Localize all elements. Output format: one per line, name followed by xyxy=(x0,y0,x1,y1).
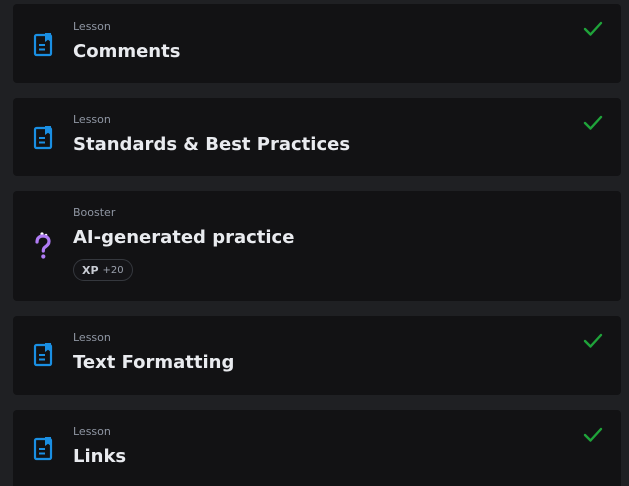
item-type-label: Lesson xyxy=(73,20,111,33)
item-title: Text Formatting xyxy=(73,352,235,373)
list-item-ai-practice[interactable]: Booster AI-generated practice XP +20 xyxy=(13,191,621,301)
checkmark-icon xyxy=(583,21,603,37)
item-type-label: Lesson xyxy=(73,113,111,126)
lesson-list: Lesson Comments Lesson Standards & Best … xyxy=(0,0,629,486)
xp-value: +20 xyxy=(102,264,124,276)
lesson-doc-icon xyxy=(33,125,55,151)
lesson-doc-icon xyxy=(33,342,55,368)
item-title: Links xyxy=(73,446,127,467)
item-title: Standards & Best Practices xyxy=(73,134,351,155)
list-item-standards[interactable]: Lesson Standards & Best Practices xyxy=(13,98,621,176)
question-bot-icon xyxy=(33,231,53,261)
checkmark-icon xyxy=(583,333,603,349)
item-type-label: Booster xyxy=(73,206,116,219)
list-item-links[interactable]: Lesson Links xyxy=(13,410,621,486)
item-title: Comments xyxy=(73,41,181,62)
xp-badge: XP +20 xyxy=(73,259,133,281)
lesson-doc-icon xyxy=(33,32,55,58)
item-type-label: Lesson xyxy=(73,425,111,438)
item-type-label: Lesson xyxy=(73,331,111,344)
item-title: AI-generated practice xyxy=(73,227,295,248)
checkmark-icon xyxy=(583,115,603,131)
xp-label: XP xyxy=(82,263,99,277)
list-item-text-formatting[interactable]: Lesson Text Formatting xyxy=(13,316,621,395)
lesson-doc-icon xyxy=(33,436,55,462)
list-item-comments[interactable]: Lesson Comments xyxy=(13,4,621,83)
checkmark-icon xyxy=(583,427,603,443)
